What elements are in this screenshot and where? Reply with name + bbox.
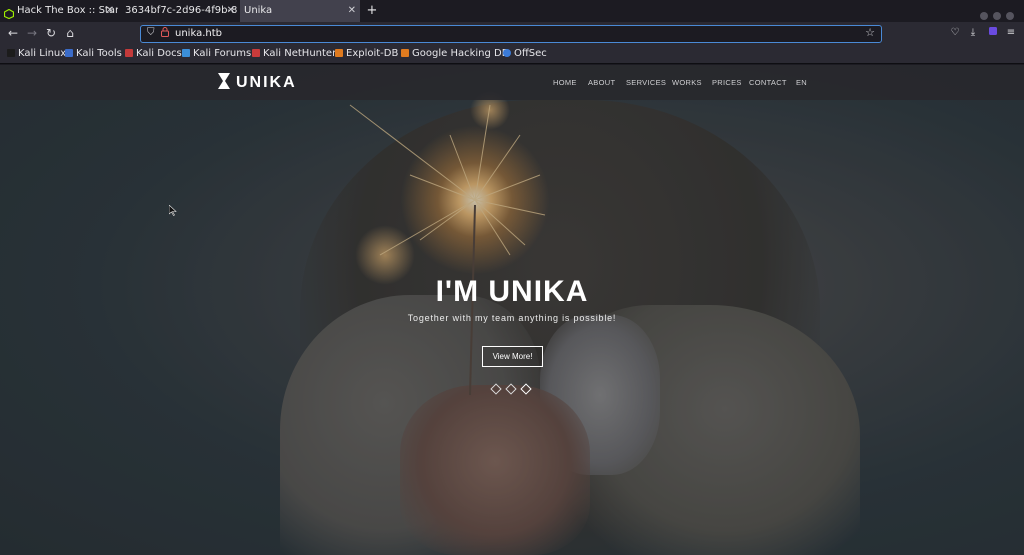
menu-services[interactable]: SERVICES — [626, 78, 666, 87]
close-window-button[interactable] — [1006, 12, 1014, 20]
menu-works[interactable]: WORKS — [672, 78, 702, 87]
close-tab-icon[interactable]: ✕ — [348, 0, 356, 22]
bookmark-label: Kali Tools — [76, 48, 122, 59]
bookmark-kali-docs[interactable]: Kali Docs — [125, 48, 182, 59]
bookmark-label: Kali Forums — [193, 48, 252, 59]
kali-dragon-icon — [7, 49, 15, 57]
tab-hack-the-box[interactable]: Hack The Box :: Star ✕ — [0, 0, 118, 22]
home-icon[interactable]: ⌂ — [62, 25, 78, 41]
exploit-db-icon — [335, 49, 343, 57]
unika-website: UNIKA HOME ABOUT SERVICES WORKS PRICES C… — [0, 65, 1024, 555]
kali-nethunter-icon — [252, 49, 260, 57]
tab-title: Unika — [244, 5, 273, 16]
bookmark-kali-forums[interactable]: Kali Forums — [182, 48, 251, 59]
menu-home[interactable]: HOME — [553, 78, 577, 87]
url-text[interactable]: unika.htb — [175, 28, 222, 39]
bookmark-kali-tools[interactable]: Kali Tools — [65, 48, 122, 59]
pocket-icon[interactable]: ♡ — [948, 26, 962, 40]
bookmark-offsec[interactable]: OffSec — [503, 48, 547, 59]
kali-docs-icon — [125, 49, 133, 57]
extension-icon[interactable] — [986, 26, 1000, 40]
tab-uuid[interactable]: 3634bf7c-2d96-4f9b-8 ✕ — [121, 0, 239, 22]
hero-title: I'M UNIKA — [435, 275, 589, 308]
google-hacking-db-icon — [401, 49, 409, 57]
site-header: UNIKA HOME ABOUT SERVICES WORKS PRICES C… — [0, 65, 1024, 100]
back-arrow-icon[interactable]: ← — [5, 25, 21, 41]
tab-unika[interactable]: Unika ✕ — [240, 0, 360, 22]
bookmark-label: Kali Docs — [136, 48, 182, 59]
browser-navigation-bar: ← → ↻ ⌂ ⛉ unika.htb ☆ ♡ ⤓ ≡ — [0, 22, 1024, 46]
bookmarks-bar: Kali Linux Kali Tools Kali Docs Kali For… — [0, 46, 1024, 64]
hero-subtitle: Together with my team anything is possib… — [407, 313, 617, 323]
hamburger-menu-icon[interactable]: ≡ — [1004, 26, 1018, 40]
hack-the-box-favicon-icon — [3, 6, 15, 20]
tab-title: Hack The Box :: Star — [17, 5, 118, 16]
shield-icon[interactable]: ⛉ — [147, 27, 155, 38]
offsec-icon — [503, 49, 511, 57]
bookmark-exploit-db[interactable]: Exploit-DB — [335, 48, 398, 59]
kali-tools-icon — [65, 49, 73, 57]
bookmark-kali-nethunter[interactable]: Kali NetHunter — [252, 48, 336, 59]
hero-overlay — [0, 65, 1024, 555]
lock-icon[interactable] — [161, 27, 169, 40]
minimize-button[interactable] — [980, 12, 988, 20]
forward-arrow-icon[interactable]: → — [24, 25, 40, 41]
bookmark-label: Google Hacking DB — [412, 48, 509, 59]
bookmark-label: OffSec — [514, 48, 547, 59]
menu-contact[interactable]: CONTACT — [749, 78, 787, 87]
view-more-button[interactable]: View More! — [482, 346, 543, 367]
menu-prices[interactable]: PRICES — [712, 78, 742, 87]
close-tab-icon[interactable]: ✕ — [106, 0, 114, 22]
bookmark-label: Kali NetHunter — [263, 48, 337, 59]
logo-text: UNIKA — [236, 74, 297, 91]
url-bar[interactable]: ⛉ unika.htb ☆ — [140, 25, 882, 43]
site-logo[interactable]: UNIKA — [218, 73, 297, 92]
hourglass-logo-icon — [218, 73, 230, 89]
bookmark-kali-linux[interactable]: Kali Linux — [7, 48, 66, 59]
menu-language-en[interactable]: EN — [796, 78, 807, 87]
bookmark-google-hacking-db[interactable]: Google Hacking DB — [401, 48, 509, 59]
new-tab-button[interactable]: + — [365, 0, 379, 22]
reload-icon[interactable]: ↻ — [43, 25, 59, 41]
maximize-button[interactable] — [993, 12, 1001, 20]
menu-about[interactable]: ABOUT — [588, 78, 615, 87]
tab-title: 3634bf7c-2d96-4f9b-8 — [125, 5, 238, 16]
mouse-cursor-icon — [168, 201, 177, 220]
bookmark-label: Kali Linux — [18, 48, 67, 59]
bookmark-label: Exploit-DB — [346, 48, 399, 59]
download-icon[interactable]: ⤓ — [966, 26, 980, 40]
close-tab-icon[interactable]: ✕ — [227, 0, 235, 22]
bookmark-star-icon[interactable]: ☆ — [865, 26, 875, 39]
browser-tab-bar: Hack The Box :: Star ✕ 3634bf7c-2d96-4f9… — [0, 0, 1024, 22]
kali-forums-icon — [182, 49, 190, 57]
